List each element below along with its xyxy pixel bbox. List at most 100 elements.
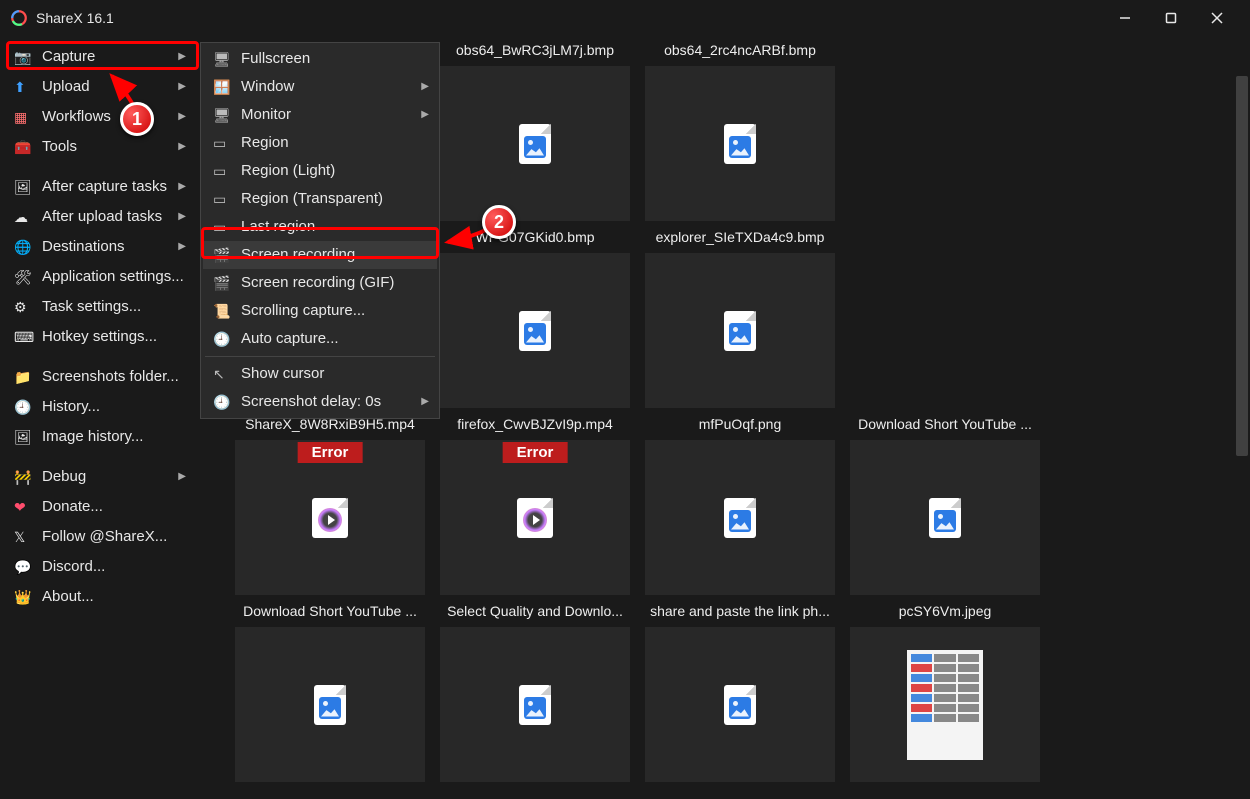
scrollbar-thumb[interactable]	[1236, 76, 1248, 456]
submenu-item-auto-capture[interactable]: 🕘 Auto capture...	[203, 325, 437, 353]
file-thumbnail	[645, 66, 835, 221]
sidebar-item-tools[interactable]: 🧰Tools▶	[6, 132, 194, 162]
submenu-icon: 🕘	[213, 329, 235, 349]
submenu-item-screen-recording[interactable]: 🎬Screen recording	[203, 241, 437, 269]
sidebar-item-screenshots-folder[interactable]: 📁Screenshots folder...	[6, 362, 194, 392]
file-thumbnail	[850, 627, 1040, 782]
sidebar-label: Destinations	[42, 236, 125, 258]
maximize-button[interactable]	[1148, 3, 1194, 33]
submenu-item-fullscreen[interactable]: 🖥Fullscreen	[203, 45, 437, 73]
sidebar-item-image-history[interactable]: 🖼Image history...	[6, 422, 194, 452]
submenu-label: Region	[241, 133, 289, 153]
file-name-label: Download Short YouTube ...	[243, 603, 417, 623]
file-item	[845, 42, 1045, 228]
close-button[interactable]	[1194, 3, 1240, 33]
screenshot-thumbnail-icon	[907, 650, 983, 760]
file-item[interactable]: ShareX_8W8RxiB9H5.mp4Error	[230, 416, 430, 602]
submenu-item-screen-recording-gif[interactable]: 🎬Screen recording (GIF)	[203, 269, 437, 297]
submenu-label: Auto capture...	[241, 329, 339, 349]
sidebar-icon: ⌨	[14, 326, 36, 348]
file-thumbnail: Error	[440, 440, 630, 595]
file-item[interactable]: mfPuOqf.png	[640, 416, 840, 602]
chevron-right-icon: ▶	[421, 392, 429, 412]
video-file-icon	[312, 498, 348, 538]
sidebar-label: Workflows	[42, 106, 111, 128]
video-file-icon	[517, 498, 553, 538]
submenu-item-screenshot-delay-0s[interactable]: 🕘Screenshot delay: 0s▶	[203, 388, 437, 416]
file-item[interactable]: explorer_SIeTXDa4c9.bmp	[640, 229, 840, 415]
sidebar-label: Debug	[42, 466, 86, 488]
sidebar-item-after-capture-tasks[interactable]: 🖼 After capture tasks ▶	[6, 172, 194, 202]
file-item[interactable]: firefox_CwvBJZvI9p.mp4Error	[435, 416, 635, 602]
file-item[interactable]: Download Short YouTube ...	[845, 416, 1045, 602]
file-item[interactable]: Select Quality and Downlo...	[435, 603, 635, 789]
file-item[interactable]: Download Short YouTube ...	[230, 603, 430, 789]
submenu-item-scrolling-capture[interactable]: 📜Scrolling capture...	[203, 297, 437, 325]
sidebar-item-about[interactable]: 👑About...	[6, 582, 194, 612]
image-file-icon	[519, 685, 551, 725]
sidebar-label: After capture tasks	[42, 176, 167, 198]
file-thumbnail	[440, 627, 630, 782]
submenu-label: Last region	[241, 217, 315, 237]
file-thumbnail	[440, 66, 630, 221]
submenu-item-show-cursor[interactable]: ↖Show cursor	[203, 360, 437, 388]
sidebar-item-task-settings[interactable]: ⚙Task settings...	[6, 292, 194, 322]
submenu-label: Region (Transparent)	[241, 189, 383, 209]
sidebar-icon: 💬	[14, 556, 36, 578]
submenu-item-window[interactable]: 🪟Window▶	[203, 73, 437, 101]
submenu-label: Screen recording (GIF)	[241, 273, 394, 293]
sidebar-item-donate[interactable]: ❤Donate...	[6, 492, 194, 522]
chevron-right-icon: ▶	[178, 466, 186, 488]
sidebar-icon: ☁	[14, 206, 36, 228]
sidebar-item-debug[interactable]: 🚧Debug▶	[6, 462, 194, 492]
sidebar-item-upload[interactable]: ⬆Upload▶	[6, 72, 194, 102]
submenu-item-monitor[interactable]: 🖥Monitor▶	[203, 101, 437, 129]
sidebar-item-after-upload-tasks[interactable]: ☁After upload tasks▶	[6, 202, 194, 232]
submenu-item-region[interactable]: ▭Region	[203, 129, 437, 157]
chevron-right-icon: ▶	[178, 206, 186, 228]
submenu-item-region-transparent[interactable]: ▭ Region (Transparent)	[203, 185, 437, 213]
file-item[interactable]: pcSY6Vm.jpeg	[845, 603, 1045, 789]
image-file-icon	[724, 311, 756, 351]
chevron-right-icon: ▶	[421, 105, 429, 125]
file-thumbnail	[645, 627, 835, 782]
image-file-icon	[724, 498, 756, 538]
capture-submenu: 🖥Fullscreen🪟Window▶🖥Monitor▶▭Region▭Regi…	[200, 42, 440, 419]
file-item[interactable]: obs64_2rc4ncARBf.bmp	[640, 42, 840, 228]
file-item[interactable]: WPG07GKid0.bmp	[435, 229, 635, 415]
submenu-label: Window	[241, 77, 294, 97]
submenu-label: Monitor	[241, 105, 291, 125]
sidebar-item-discord[interactable]: 💬Discord...	[6, 552, 194, 582]
submenu-item-last-region[interactable]: ▭ Last region	[203, 213, 437, 241]
submenu-item-region-light[interactable]: ▭Region (Light)	[203, 157, 437, 185]
sidebar-item-capture[interactable]: 📷Capture▶	[6, 42, 194, 72]
submenu-icon: ▭	[213, 217, 235, 237]
submenu-label: Screenshot delay: 0s	[241, 392, 381, 412]
file-name-label: pcSY6Vm.jpeg	[899, 603, 992, 623]
image-file-icon	[724, 124, 756, 164]
minimize-button[interactable]	[1102, 3, 1148, 33]
sidebar-icon: 📷	[14, 46, 36, 68]
sidebar-icon: 🌐	[14, 236, 36, 258]
sidebar-item-workflows[interactable]: ▦Workflows▶	[6, 102, 194, 132]
sidebar-label: Follow @ShareX...	[42, 526, 167, 548]
file-name-label: ShareX_8W8RxiB9H5.mp4	[245, 416, 415, 436]
sidebar-label: Image history...	[42, 426, 143, 448]
sidebar-icon: 🖼	[14, 176, 36, 198]
sidebar-item-application-settings[interactable]: 🛠Application settings...	[6, 262, 194, 292]
submenu-label: Screen recording	[241, 245, 355, 265]
file-item[interactable]: obs64_BwRC3jLM7j.bmp	[435, 42, 635, 228]
sidebar-item-destinations[interactable]: 🌐Destinations▶	[6, 232, 194, 262]
chevron-right-icon: ▶	[178, 176, 186, 198]
sidebar-item-follow-sharex[interactable]: 𝕏Follow @ShareX...	[6, 522, 194, 552]
sharex-logo-icon	[10, 9, 28, 27]
sidebar-item-history[interactable]: 🕘History...	[6, 392, 194, 422]
sidebar-label: Task settings...	[42, 296, 141, 318]
sidebar-item-hotkey-settings[interactable]: ⌨Hotkey settings...	[6, 322, 194, 352]
sidebar-icon: ▦	[14, 106, 36, 128]
file-name-label: obs64_2rc4ncARBf.bmp	[664, 42, 816, 62]
submenu-icon: ▭	[213, 189, 235, 209]
file-item[interactable]: share and paste the link ph...	[640, 603, 840, 789]
file-thumbnail	[850, 440, 1040, 595]
file-thumbnail	[440, 253, 630, 408]
